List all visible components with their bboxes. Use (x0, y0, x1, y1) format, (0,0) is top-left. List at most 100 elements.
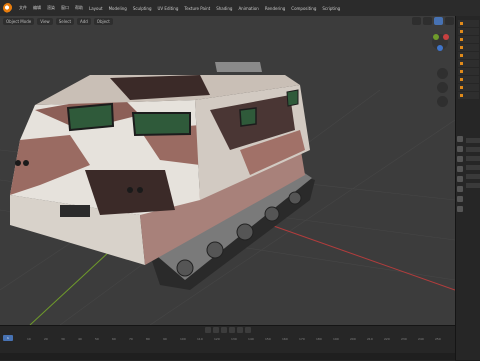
material-tab-icon[interactable] (457, 206, 463, 212)
tracked-vehicle-model[interactable] (10, 62, 315, 290)
solid-shading-icon[interactable] (423, 17, 432, 25)
timeline-tick-label: 50 (95, 337, 99, 341)
timeline-tick-label: 150 (265, 337, 271, 341)
timeline-tick-label: 220 (384, 337, 390, 341)
tab-sculpting[interactable]: Sculpting (130, 6, 155, 11)
mesh-icon (460, 54, 463, 57)
mesh-icon (460, 86, 463, 89)
tab-texture-paint[interactable]: Texture Paint (181, 6, 213, 11)
outliner-row[interactable] (458, 68, 479, 75)
outliner-row[interactable] (458, 44, 479, 51)
outliner-row[interactable] (458, 84, 479, 91)
modifier-tab-icon[interactable] (457, 196, 463, 202)
prev-keyframe-icon[interactable] (212, 327, 219, 333)
world-tab-icon[interactable] (457, 176, 463, 182)
timeline-tick-label: 180 (316, 337, 322, 341)
timeline-tick-label: 200 (350, 337, 356, 341)
timeline-tick-label: 190 (333, 337, 339, 341)
timeline-tick-label: 40 (78, 337, 82, 341)
tab-compositing[interactable]: Compositing (288, 6, 319, 11)
outliner-row[interactable] (458, 60, 479, 67)
add-menu[interactable]: Add (77, 18, 91, 25)
timeline-tick-label: 120 (214, 337, 220, 341)
menu-edit[interactable]: 编辑 (30, 5, 44, 11)
tab-uv-editing[interactable]: UV Editing (155, 6, 182, 11)
menu-render[interactable]: 渲染 (44, 5, 58, 11)
tab-animation[interactable]: Animation (235, 6, 261, 11)
tab-rendering[interactable]: Rendering (262, 6, 288, 11)
menu-window[interactable]: 窗口 (58, 5, 72, 11)
mesh-icon (460, 46, 463, 49)
next-keyframe-icon[interactable] (236, 327, 243, 333)
timeline-tick-label: 130 (231, 337, 237, 341)
material-shading-icon[interactable] (434, 17, 443, 25)
outliner-row[interactable] (458, 52, 479, 59)
mesh-icon (460, 62, 463, 65)
mesh-icon (460, 94, 463, 97)
tab-scripting[interactable]: Scripting (319, 6, 343, 11)
menu-help[interactable]: 帮助 (72, 5, 86, 11)
timeline-tick-label: 170 (299, 337, 305, 341)
render-tab-icon[interactable] (457, 146, 463, 152)
select-menu[interactable]: Select (55, 18, 75, 25)
collection-icon (460, 22, 463, 25)
menu-file[interactable]: 文件 (16, 5, 30, 11)
mesh-icon (460, 38, 463, 41)
top-menubar: 文件 编辑 渲染 窗口 帮助 Layout Modeling Sculpting… (0, 0, 480, 17)
jump-end-icon[interactable] (244, 327, 251, 333)
zoom-icon[interactable] (437, 68, 448, 79)
property-row[interactable] (466, 147, 480, 152)
timeline-tick-label: 80 (146, 337, 150, 341)
property-row[interactable] (466, 138, 480, 143)
viewport-shading-buttons (412, 17, 454, 25)
outliner-row[interactable] (458, 76, 479, 83)
outliner-row[interactable] (458, 20, 479, 27)
viewport-nav-tools (437, 68, 448, 107)
mesh-icon (460, 70, 463, 73)
property-row[interactable] (466, 156, 480, 161)
object-mode-dropdown[interactable]: Object Mode (3, 18, 35, 25)
navigation-gizmo-icon[interactable] (432, 34, 449, 51)
timeline-tick-label: 70 (129, 337, 133, 341)
timeline-tick-label: 30 (61, 337, 65, 341)
outliner-row[interactable] (458, 36, 479, 43)
status-bar (0, 353, 455, 360)
blender-logo-icon[interactable] (3, 3, 13, 13)
camera-icon[interactable] (437, 96, 448, 107)
scene-tab-icon[interactable] (457, 166, 463, 172)
right-sidebar (455, 16, 480, 360)
output-tab-icon[interactable] (457, 156, 463, 162)
wireframe-shading-icon[interactable] (412, 17, 421, 25)
3d-viewport[interactable]: Object Mode View Select Add Object (0, 16, 455, 325)
timeline-tick-label: 240 (418, 337, 424, 341)
timeline-tick-label: 20 (44, 337, 48, 341)
tab-modeling[interactable]: Modeling (106, 6, 130, 11)
property-row[interactable] (466, 183, 480, 188)
jump-start-icon[interactable] (204, 327, 211, 333)
timeline-tick-label: 10 (27, 337, 31, 341)
timeline-tick-label: 250 (435, 337, 441, 341)
timeline-ruler[interactable]: 0102030405060708090100110120130140150160… (0, 337, 455, 343)
timeline-tick-label: 210 (367, 337, 373, 341)
viewport-canvas (0, 34, 455, 325)
view-menu[interactable]: View (37, 18, 53, 25)
timeline-tick-label: 90 (163, 337, 167, 341)
render-shading-icon[interactable] (445, 17, 454, 25)
timeline-tick-label: 160 (282, 337, 288, 341)
current-frame-marker[interactable]: 1 (3, 335, 13, 341)
object-menu[interactable]: Object (93, 18, 113, 25)
outliner-row[interactable] (458, 28, 479, 35)
tab-shading[interactable]: Shading (213, 6, 235, 11)
property-row[interactable] (466, 174, 480, 179)
properties-panel (466, 138, 480, 188)
tool-tab-icon[interactable] (457, 136, 463, 142)
timeline-tick-label: 230 (401, 337, 407, 341)
pan-icon[interactable] (437, 82, 448, 93)
play-icon[interactable] (228, 327, 235, 333)
outliner-row[interactable] (458, 92, 479, 99)
properties-tabs (457, 136, 464, 212)
tab-layout[interactable]: Layout (86, 6, 106, 11)
play-reverse-icon[interactable] (220, 327, 227, 333)
object-tab-icon[interactable] (457, 186, 463, 192)
property-row[interactable] (466, 165, 480, 170)
